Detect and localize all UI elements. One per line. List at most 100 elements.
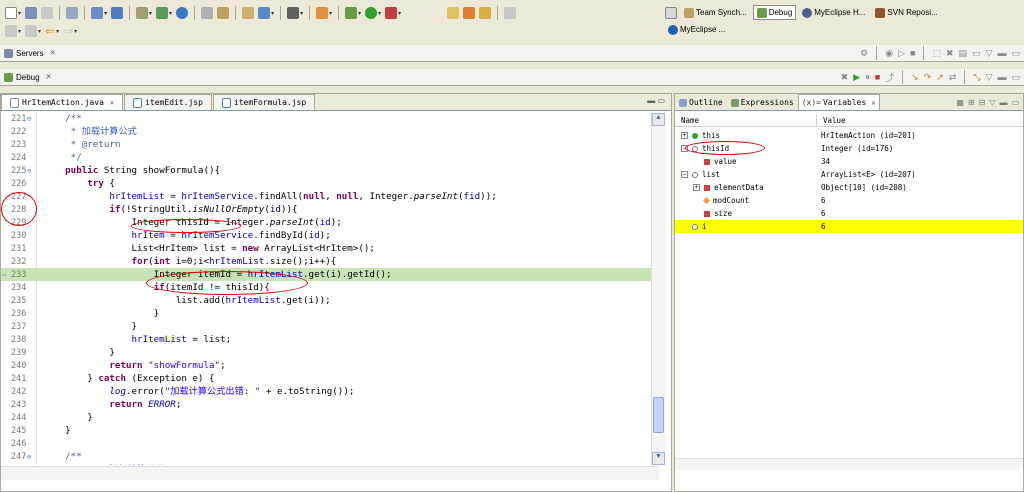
minimize-icon[interactable]: ▬	[997, 72, 1006, 82]
variable-row[interactable]: − list ArrayList<E> (id=207)	[675, 168, 1023, 181]
show-type-names-icon[interactable]: ▦	[956, 98, 964, 107]
code-text[interactable]: if(!StringUtil.isNullOrEmpty(id)){	[37, 203, 297, 216]
code-text[interactable]: hrItemList = hrItemService.findAll(null,…	[37, 190, 496, 203]
disconnect-icon[interactable]: ⤴	[885, 71, 894, 84]
code-line[interactable]: 227 hrItemList = hrItemService.findAll(n…	[1, 190, 659, 203]
code-text[interactable]: public String showFormula(){	[37, 164, 220, 177]
terminate-icon[interactable]: ■	[875, 72, 880, 82]
print-icon[interactable]	[40, 5, 54, 21]
step-into-icon[interactable]: ↘	[911, 72, 919, 83]
code-text[interactable]: List<HrItem> list = new ArrayList<HrItem…	[37, 242, 375, 255]
code-line[interactable]: 246	[1, 437, 659, 450]
perspective-myeclipse-java[interactable]: MyEclipse ...	[664, 22, 729, 37]
variable-row[interactable]: modCount 6	[675, 194, 1023, 207]
drop-to-frame-icon[interactable]: ⇄	[949, 72, 957, 83]
view-menu-icon[interactable]: ▽	[986, 72, 993, 83]
code-text[interactable]: return ERROR;	[37, 398, 181, 411]
step-return-icon[interactable]: ↗	[936, 72, 944, 83]
forward-icon[interactable]: ⇒ ▾	[62, 23, 78, 39]
expand-icon[interactable]: +	[693, 184, 700, 191]
tab-itemformula-jsp[interactable]: itemFormula.jsp	[212, 94, 316, 110]
variable-row[interactable]: value 34	[675, 155, 1023, 168]
debug-tab[interactable]: Debug ✕	[4, 72, 52, 82]
run-icon[interactable]: ▾	[364, 5, 382, 21]
code-line[interactable]: 231 List<HrItem> list = new ArrayList<Hr…	[1, 242, 659, 255]
maximize-icon[interactable]: ▭	[657, 96, 665, 105]
expand-icon[interactable]: +	[681, 132, 688, 139]
code-line[interactable]: 225⊖ public String showFormula(){	[1, 164, 659, 177]
folder-view-icon[interactable]: ▭	[972, 48, 981, 59]
next-annotation-icon[interactable]: ▾	[4, 23, 22, 39]
code-text[interactable]: * ajax 添加计算公司	[37, 463, 165, 465]
code-line[interactable]: 232 for(int i=0;i<hrItemList.size();i++)…	[1, 255, 659, 268]
back-icon[interactable]: ⇐ ▾	[44, 23, 60, 39]
close-icon[interactable]: ✕	[50, 49, 56, 57]
code-line[interactable]: 229 Integer thisId = Integer.parseInt(id…	[1, 216, 659, 229]
minimize-icon[interactable]: ▬	[647, 96, 655, 105]
pencil-icon[interactable]	[503, 5, 517, 21]
web-icon[interactable]: ▾	[257, 5, 275, 21]
code-line[interactable]: 226 try {	[1, 177, 659, 190]
code-line[interactable]: 247⊖ /**	[1, 450, 659, 463]
horizontal-scrollbar[interactable]	[1, 466, 659, 480]
tab-itemedit-jsp[interactable]: itemEdit.jsp	[124, 94, 212, 110]
code-line[interactable]: 233 Integer itemId = hrItemList.get(i).g…	[1, 268, 659, 281]
use-step-filters-icon[interactable]: ⤡	[973, 72, 980, 83]
show-logical-structure-icon[interactable]: ⊞	[968, 98, 975, 107]
collapse-icon[interactable]: −	[681, 171, 688, 178]
save-icon[interactable]	[24, 5, 38, 21]
open-resource-icon[interactable]	[216, 5, 230, 21]
external-tools-icon[interactable]: ▾	[384, 5, 402, 21]
suspend-icon[interactable]: ⏸	[865, 72, 870, 83]
remove-icon[interactable]: ✖	[946, 48, 954, 59]
restart-server-icon[interactable]: ▷	[898, 48, 905, 59]
close-icon[interactable]: ✕	[871, 99, 875, 107]
code-text[interactable]: /**	[37, 450, 82, 463]
pen-icon[interactable]	[462, 5, 476, 21]
code-line[interactable]: 242 log.error("加载计算公式出错: " + e.toString(…	[1, 385, 659, 398]
code-text[interactable]: /**	[37, 112, 82, 125]
code-text[interactable]: Integer itemId = hrItemList.get(i).getId…	[37, 268, 392, 281]
deploy-icon[interactable]: ▾	[90, 5, 108, 21]
globe-icon[interactable]	[175, 5, 189, 21]
maximize-icon[interactable]: ▭	[1011, 48, 1020, 59]
code-text[interactable]: * 加载计算公式	[37, 125, 137, 138]
code-text[interactable]: for(int i=0;i<hrItemList.size();i++){	[37, 255, 337, 268]
code-line[interactable]: 245 }	[1, 424, 659, 437]
code-line[interactable]: 244 }	[1, 411, 659, 424]
maximize-icon[interactable]: ▭	[1011, 98, 1019, 107]
scroll-up-icon[interactable]: ▲	[652, 113, 665, 126]
open-perspective-icon[interactable]	[664, 5, 678, 21]
variable-row[interactable]: i6	[675, 220, 1023, 233]
server-icon[interactable]	[65, 5, 79, 21]
tab-hritemaction-java[interactable]: HrItemAction.java ✕	[1, 94, 124, 110]
image-icon[interactable]	[241, 5, 255, 21]
minimize-icon[interactable]: ▬	[997, 48, 1006, 58]
code-line[interactable]: 240 return "showFormula";	[1, 359, 659, 372]
code-line[interactable]: 222 * 加载计算公式	[1, 125, 659, 138]
column-value-header[interactable]: Value	[817, 114, 846, 126]
view-menu-icon[interactable]: ▽	[989, 98, 995, 107]
scroll-down-icon[interactable]: ▼	[652, 452, 665, 465]
code-line[interactable]: 224 */	[1, 151, 659, 164]
code-line[interactable]: 223 * @return	[1, 138, 659, 151]
code-text[interactable]: }	[37, 307, 160, 320]
code-line[interactable]: 248 * ajax 添加计算公司	[1, 463, 659, 465]
prev-annotation-icon[interactable]: ▾	[24, 23, 42, 39]
code-line[interactable]: 239 }	[1, 346, 659, 359]
code-line[interactable]: 243 return ERROR;	[1, 398, 659, 411]
code-text[interactable]: list.add(hrItemList.get(i));	[37, 294, 331, 307]
debug-server-icon[interactable]: ⚙	[860, 48, 868, 59]
close-icon[interactable]: ✕	[46, 73, 52, 81]
variable-row[interactable]: + this HrItemAction (id=201)	[675, 129, 1023, 142]
vertical-scrollbar[interactable]: ▲ ▼	[651, 113, 665, 465]
view-menu-icon[interactable]: ▽	[986, 48, 993, 59]
properties-icon[interactable]: ▤	[959, 48, 968, 59]
folder-icon[interactable]	[478, 5, 492, 21]
variables-hscrollbar[interactable]	[675, 458, 1023, 470]
code-text[interactable]: log.error("加载计算公式出错: " + e.toString());	[37, 385, 354, 398]
code-text[interactable]: }	[37, 424, 71, 437]
code-line[interactable]: 241 } catch (Exception e) {	[1, 372, 659, 385]
code-text[interactable]: if(itemId != thisId){	[37, 281, 270, 294]
minimize-icon[interactable]: ▬	[999, 98, 1007, 107]
